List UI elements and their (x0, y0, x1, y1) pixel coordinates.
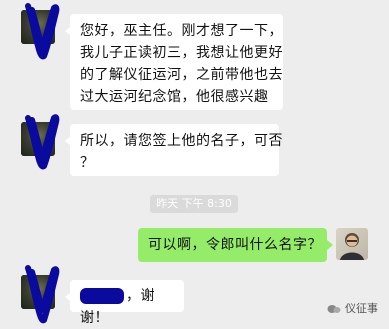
message-line: 我儿子正读初三，我想让他更好 (80, 45, 283, 61)
contact-avatar[interactable] (21, 122, 55, 156)
message-line: ？ (80, 155, 95, 171)
contact-avatar[interactable] (21, 10, 55, 44)
redacted-name (80, 288, 124, 304)
watermark: 仪征事 (327, 300, 378, 316)
message-bubble-1[interactable]: 您好，巫主任。刚才想了一下， 我儿子正读初三，我想让他更好 的了解仪征运河，之前… (65, 14, 283, 110)
message-line: 所以，请您签上他的名子，可否 (80, 133, 283, 149)
message-bubble-4[interactable]: ，谢谢！ (65, 280, 184, 326)
timestamp: 昨天 下午 8:30 (150, 195, 238, 213)
wechat-icon (327, 305, 341, 313)
message-line: 可以啊，令郎叫什么名字？ (148, 237, 322, 253)
message-bubble-3[interactable]: 可以啊，令郎叫什么名字？ (138, 228, 333, 262)
message-line: 过大运河纪念馆，他很感兴趣 (80, 89, 269, 105)
my-avatar[interactable] (336, 228, 368, 260)
message-line: 您好，巫主任。刚才想了一下， (80, 23, 283, 39)
watermark-text: 仪征事 (345, 302, 378, 315)
person-icon (340, 233, 364, 260)
contact-avatar[interactable] (21, 275, 55, 309)
message-bubble-2[interactable]: 所以，请您签上他的名子，可否 ？ (65, 124, 283, 176)
message-line: 的了解仪征运河，之前带他也去 (80, 67, 283, 83)
